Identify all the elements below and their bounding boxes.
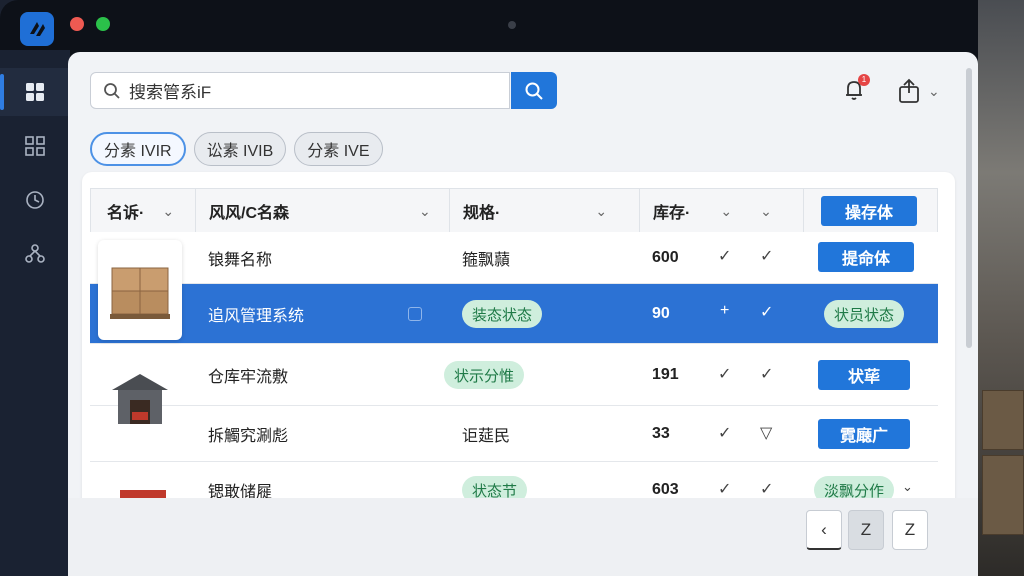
row-checkbox[interactable]: [408, 307, 422, 321]
scrollbar[interactable]: [966, 68, 972, 348]
app-logo: [20, 12, 54, 46]
close-window-button[interactable]: [70, 17, 84, 31]
header-label: 风风/C名森: [209, 205, 290, 222]
row-action-button[interactable]: 提命体: [818, 242, 914, 272]
row-spec: 箍飘蘏: [462, 251, 511, 269]
row-action-button[interactable]: 状荜: [818, 360, 910, 390]
header-label: 名诉·: [107, 205, 145, 222]
prev-page-button[interactable]: ‹: [806, 510, 842, 550]
product-table: 名诉· ⌄ 风风/C名森 ⌄ 规格· ⌄ 库存· ⌄ ⌄ 操存体 锒舞名称 箍飘…: [82, 172, 955, 548]
row-stock: 600: [652, 248, 679, 266]
sidebar-item-grid[interactable]: [0, 122, 70, 170]
triangle-down-icon[interactable]: ▽: [760, 423, 772, 443]
row-title: 仓库牢流敷: [208, 368, 289, 386]
dashboard-icon: [26, 83, 44, 101]
clock-icon: [26, 191, 44, 209]
check-icon[interactable]: ✓: [718, 423, 731, 443]
chevron-down-icon: ⌄: [162, 202, 175, 219]
table-header: 名诉· ⌄ 风风/C名森 ⌄ 规格· ⌄ 库存· ⌄ ⌄ 操存体: [90, 188, 938, 233]
column-header-spec[interactable]: 规格· ⌄: [463, 189, 607, 233]
product-thumbnail-house: [98, 356, 182, 456]
table-row[interactable]: 拆觸究涮彪 讵莚民 33 ✓ ▽ 霓廰广: [90, 406, 938, 462]
check-icon[interactable]: ✓: [760, 364, 773, 384]
row-spec: 讵莚民: [462, 427, 511, 445]
status-pill: 装态状态: [462, 300, 543, 328]
search-input[interactable]: [129, 80, 489, 101]
grid-icon: [25, 136, 45, 156]
share-icon: [899, 78, 919, 103]
product-thumbnail-red: [120, 490, 166, 498]
column-header-stock[interactable]: 库存· ⌄ ⌄: [653, 189, 772, 233]
logo-icon: [30, 22, 45, 36]
chevron-down-icon[interactable]: ⌄: [902, 479, 913, 495]
camera-dot: [508, 21, 516, 29]
row-action-button[interactable]: 霓廰广: [818, 419, 910, 449]
network-icon: [25, 244, 45, 263]
page-button[interactable]: Z: [892, 510, 928, 550]
chevron-down-icon: ⌄: [720, 202, 733, 219]
search-icon: [525, 82, 543, 100]
check-icon[interactable]: ✓: [760, 479, 773, 499]
page-button[interactable]: Z: [848, 510, 884, 550]
row-title: 锒舞名称: [208, 251, 273, 269]
table-row[interactable]: 锒舞名称 箍飘蘏 600 ✓ ✓ 提命体: [90, 232, 938, 284]
chevron-down-icon: ⌄: [760, 202, 772, 219]
background-crate: [982, 390, 1024, 450]
check-icon[interactable]: ✓: [760, 302, 773, 322]
filter-chip[interactable]: 分素 IVIR: [90, 132, 186, 166]
check-icon[interactable]: ✓: [718, 479, 731, 499]
column-divider: [639, 189, 640, 233]
chevron-down-icon: ⌄: [928, 82, 940, 99]
table-row[interactable]: 仓库牢流敷 状示分惟 191 ✓ ✓ 状荜: [90, 344, 938, 406]
header-label: 库存·: [653, 205, 691, 222]
action-header-button[interactable]: 操存体: [821, 196, 917, 226]
maximize-window-button[interactable]: [96, 17, 110, 31]
row-stock: 90: [652, 304, 670, 322]
chevron-down-icon: ⌄: [419, 202, 431, 219]
pagination-bar: ‹ Z Z: [68, 498, 978, 576]
notification-badge: 1: [858, 74, 870, 86]
check-icon[interactable]: ✓: [718, 364, 731, 384]
row-title: 追风管理系统: [208, 307, 305, 325]
filter-chip[interactable]: 分素 IVE: [294, 132, 383, 166]
product-thumbnail-boxes: [98, 240, 182, 340]
boxes-image: [110, 267, 170, 319]
row-stock: 191: [652, 365, 679, 383]
table-row-selected[interactable]: 追风管理系统 装态状态 90 + ✓ 状员状态: [90, 284, 938, 344]
filter-chip[interactable]: 讼素 IVIB: [193, 132, 287, 166]
title-bar: [0, 0, 1024, 50]
background-crate: [982, 455, 1024, 535]
filter-chips: 分素 IVIR 讼素 IVIB 分素 IVE: [90, 132, 383, 166]
column-divider: [449, 189, 450, 233]
sidebar-item-dashboard[interactable]: [0, 68, 70, 116]
check-icon[interactable]: ✓: [718, 246, 731, 266]
warehouse-image: [112, 374, 168, 424]
column-header-title[interactable]: 风风/C名森 ⌄: [209, 189, 431, 233]
share-button[interactable]: ⌄: [896, 76, 948, 106]
search-box: [90, 72, 510, 109]
left-sidebar: [0, 50, 70, 576]
sidebar-item-network[interactable]: [0, 230, 70, 278]
column-divider: [803, 189, 804, 233]
column-header-name[interactable]: 名诉· ⌄: [107, 189, 174, 233]
row-stock: 33: [652, 424, 670, 442]
status-pill: 状员状态: [824, 300, 905, 328]
column-divider: [195, 189, 196, 233]
status-pill: 状示分惟: [444, 361, 525, 389]
plus-icon[interactable]: +: [720, 302, 729, 320]
chevron-down-icon: ⌄: [595, 202, 608, 219]
header-label: 规格·: [463, 205, 501, 222]
check-icon[interactable]: ✓: [760, 246, 773, 266]
search-button[interactable]: [511, 72, 557, 109]
search-icon: [104, 82, 120, 99]
sidebar-item-clock[interactable]: [0, 176, 70, 224]
main-window: 1 ⌄ 分素 IVIR 讼素 IVIB 分素 IVE 名诉· ⌄ 风风/C名森 …: [68, 52, 978, 576]
row-title: 拆觸究涮彪: [208, 427, 289, 445]
